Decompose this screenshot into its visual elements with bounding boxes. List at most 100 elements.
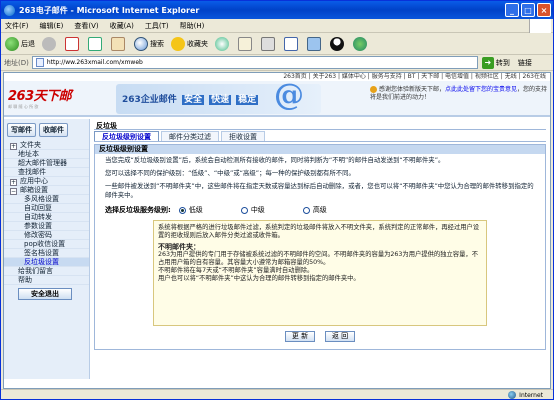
radio-low-button[interactable]: [178, 206, 186, 214]
history-button[interactable]: [215, 36, 231, 51]
logo-text: 263天下邮: [8, 89, 72, 104]
address-input[interactable]: http://ww.263xmail.com/xmweb: [31, 56, 478, 69]
slogan-word-1: 安全: [181, 95, 204, 105]
feedback-link[interactable]: 点此此处留下您的宝贵意见: [445, 86, 517, 93]
site-banner: 263天下邮 邮 聊 随 心 所 欲 263企业邮件 安全 快速 稳定 @ 感谢…: [4, 78, 550, 117]
radio-low[interactable]: 低级: [178, 205, 203, 215]
close-button[interactable]: ×: [537, 3, 551, 17]
toolbar: 后退 搜索 收藏夹: [1, 33, 553, 55]
radio-medium-button[interactable]: [240, 206, 248, 214]
search-button[interactable]: 搜索: [134, 36, 164, 51]
mail-button[interactable]: [238, 36, 254, 51]
menu-bar: 文件(F) 编辑(E) 查看(V) 收藏(A) 工具(T) 帮助(H): [1, 19, 553, 33]
qq-button[interactable]: [330, 36, 346, 51]
back-button[interactable]: 后退: [5, 36, 35, 51]
update-button[interactable]: 更 新: [285, 331, 315, 342]
sidebar-item-large-file-manager[interactable]: 超大邮件管理器: [4, 159, 89, 168]
ie-window: 263电子邮件 - Microsoft Internet Explorer _ …: [0, 0, 554, 400]
print-button[interactable]: [261, 36, 277, 51]
forward-button[interactable]: [42, 36, 58, 51]
logout-button[interactable]: 安全退出: [18, 288, 72, 300]
sidebar-item-help[interactable]: 帮助: [4, 276, 89, 285]
antispam-panel: 反垃圾级别设置 当您完成“反垃圾级别设置”后，系统会自动检测所有接收的邮件，同时…: [94, 144, 546, 350]
menu-edit[interactable]: 编辑(E): [40, 21, 64, 31]
tab-reject-settings[interactable]: 拒收设置: [221, 131, 265, 141]
expand-icon[interactable]: +: [10, 143, 17, 150]
logo-subtext: 邮 聊 随 心 所 欲: [8, 104, 39, 109]
back-label: 后退: [21, 39, 35, 48]
tab-mail-filter[interactable]: 邮件分类过滤: [161, 131, 219, 141]
sidebar-item-mailbox-settings[interactable]: − 邮箱设置: [4, 186, 89, 195]
home-button[interactable]: [111, 36, 127, 51]
menu-file[interactable]: 文件(F): [5, 21, 29, 31]
sidebar-item-auto-forward[interactable]: 自动转发: [4, 213, 89, 222]
ie-icon: [4, 4, 15, 16]
sidebar-item-auto-reply[interactable]: 自动回复: [4, 204, 89, 213]
expand-icon[interactable]: +: [10, 179, 17, 186]
edit-icon: [284, 36, 298, 51]
radio-high[interactable]: 高级: [302, 205, 327, 215]
sidebar-item-signature[interactable]: 签名档设置: [4, 249, 89, 258]
tab-antispam-level[interactable]: 反垃圾级别设置: [94, 131, 159, 141]
menu-tools[interactable]: 工具(T): [145, 21, 169, 31]
refresh-button[interactable]: [88, 36, 104, 51]
sidebar-item-style-settings[interactable]: 多风格设置: [4, 195, 89, 204]
stop-button[interactable]: [65, 36, 81, 51]
history-icon: [215, 36, 229, 51]
refresh-icon: [88, 36, 102, 51]
page-title: 反垃圾: [94, 119, 546, 130]
edit-button[interactable]: [284, 36, 300, 51]
msn-button[interactable]: [353, 36, 369, 51]
discuss-button[interactable]: [307, 36, 323, 51]
radio-medium-label: 中级: [250, 206, 265, 214]
sidebar: 写邮件 收邮件 + 文件夹 地址本 超大邮件管理器 查找邮件 + 应用中心 − 邮箱设…: [4, 119, 90, 379]
sidebar-item-label: 应用中心: [20, 177, 48, 185]
back-button-form[interactable]: 返 回: [325, 331, 355, 342]
receive-mail-button[interactable]: 收邮件: [39, 123, 68, 137]
sidebar-item-pop-settings[interactable]: pop收信设置: [4, 240, 89, 249]
info-heading: 不明邮件夹：: [158, 243, 200, 251]
sidebar-actions: 写邮件 收邮件: [4, 119, 89, 141]
settings-tabs: 反垃圾级别设置 邮件分类过滤 拒收设置: [94, 131, 546, 142]
menu-view[interactable]: 查看(V): [74, 21, 98, 31]
msn-icon: [353, 36, 367, 51]
address-label: 地址(D): [4, 58, 29, 67]
level-selector: 选择反垃圾服务级别: 低级 中级 高级: [95, 202, 545, 218]
radio-medium[interactable]: 中级: [240, 205, 265, 215]
info-paragraph-3: 不明邮件将在每7天或“不明邮件夹”容量满时自动删除。: [158, 267, 314, 274]
collapse-icon[interactable]: −: [10, 188, 17, 195]
sidebar-item-antispam[interactable]: 反垃圾设置: [4, 258, 89, 267]
banner-slogan: 263企业邮件 安全 快速 稳定: [122, 92, 259, 105]
sidebar-item-parameters[interactable]: 参数设置: [4, 222, 89, 231]
maximize-button[interactable]: □: [521, 3, 535, 17]
window-controls: _ □ ×: [505, 3, 551, 17]
security-zone: Internet: [508, 391, 543, 399]
minimize-button[interactable]: _: [505, 3, 519, 17]
print-icon: [261, 36, 275, 51]
page-content: 263首页 | 关于263 | 媒体中心 | 服务与支持 | BT | 天下邮 …: [3, 72, 551, 389]
slogan-text: 263企业邮件: [122, 95, 177, 105]
sidebar-item-address-book[interactable]: 地址本: [4, 150, 89, 159]
go-label: 转到: [495, 58, 510, 67]
go-button[interactable]: ➜ 转到: [481, 56, 510, 69]
site-logo[interactable]: 263天下邮 邮 聊 随 心 所 欲: [8, 85, 72, 110]
sidebar-item-folders[interactable]: + 文件夹: [4, 141, 89, 150]
sidebar-item-label: 文件夹: [20, 141, 41, 149]
search-label: 搜索: [150, 39, 164, 48]
window-title: 263电子邮件 - Microsoft Internet Explorer: [19, 5, 200, 15]
favorites-button[interactable]: 收藏夹: [171, 36, 208, 51]
menu-favorites[interactable]: 收藏(A): [110, 21, 134, 31]
slogan-word-2: 快速: [209, 95, 232, 105]
bell-icon: [370, 86, 377, 93]
sidebar-item-feedback[interactable]: 给我们留言: [4, 267, 89, 276]
status-bar: Internet: [1, 389, 553, 400]
sidebar-item-app-center[interactable]: + 应用中心: [4, 177, 89, 186]
menu-help[interactable]: 帮助(H): [180, 21, 205, 31]
links-button[interactable]: 链接: [518, 58, 532, 68]
write-mail-button[interactable]: 写邮件: [7, 123, 36, 137]
info-paragraph-1: 系统将根据严格的进行垃圾邮件过滤，系统判定的垃圾邮件将放入不明文件夹，系统判定的…: [158, 224, 480, 239]
notice-prefix: 感谢您体验新版天下邮，: [379, 86, 446, 93]
radio-high-button[interactable]: [302, 206, 310, 214]
sidebar-item-find-mail[interactable]: 查找邮件: [4, 168, 89, 177]
sidebar-item-change-password[interactable]: 修改密码: [4, 231, 89, 240]
